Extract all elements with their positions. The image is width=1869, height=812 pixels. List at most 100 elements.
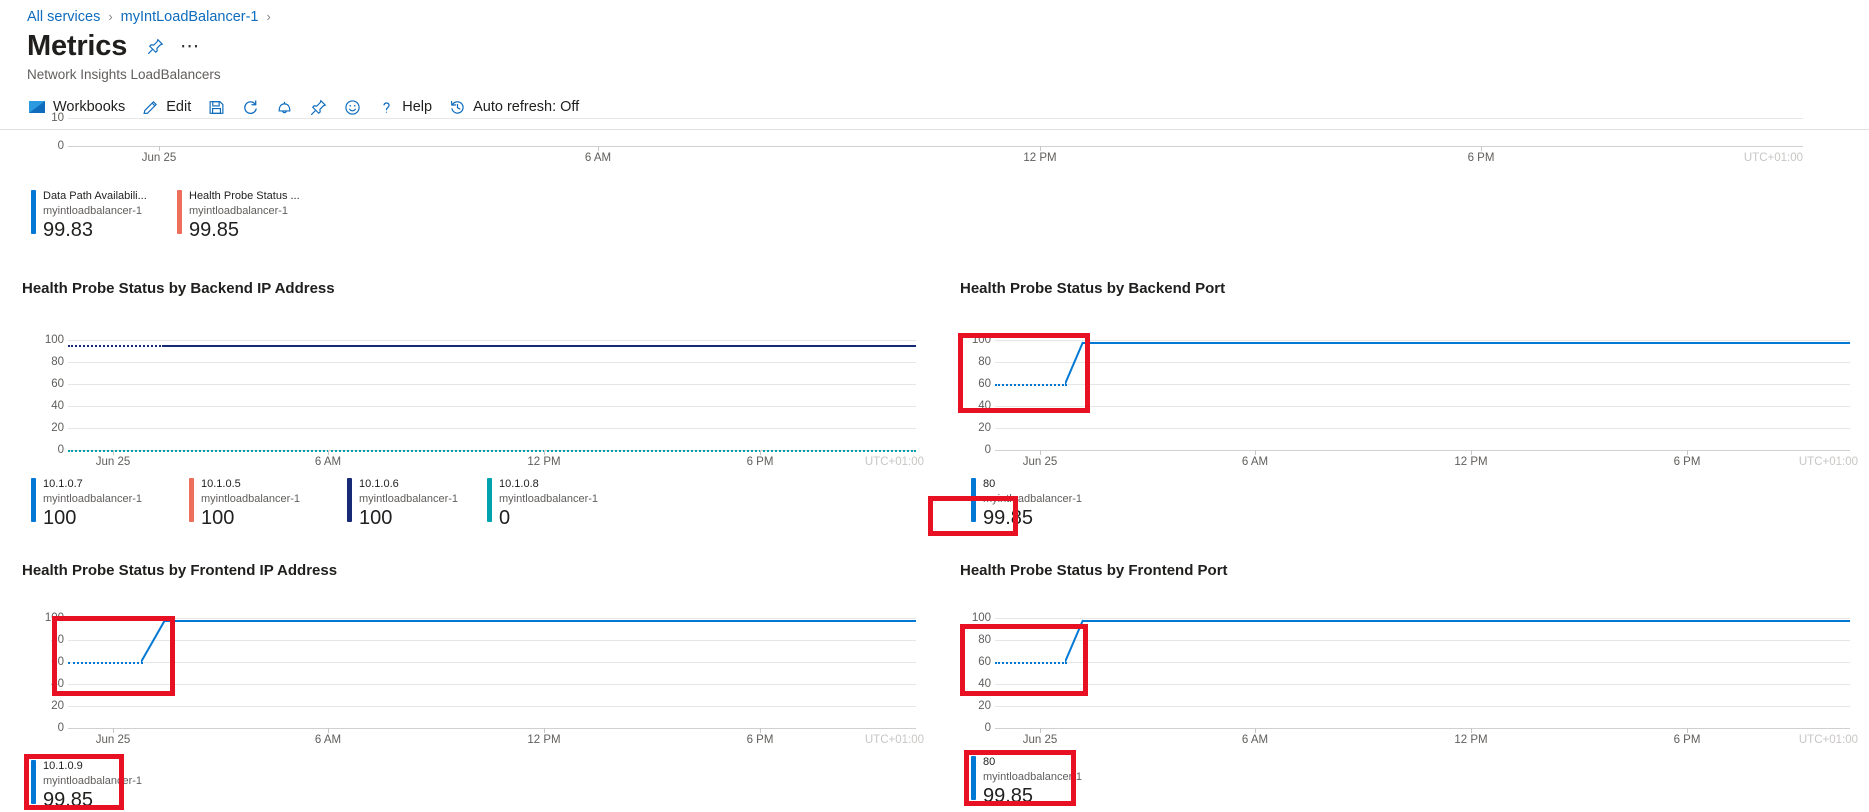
legend-item[interactable]: 80 myintloadbalancer-1 99.85 [971, 756, 1082, 808]
x-axis [995, 728, 1850, 729]
legend-series-value: 100 [359, 507, 393, 530]
y-tick-label: 0 [57, 444, 64, 456]
chart-title-frontend-port: Health Probe Status by Frontend Port [960, 562, 1228, 579]
legend-series-name: 10.1.0.7 [43, 478, 83, 490]
y-tick-label: 100 [971, 334, 991, 346]
x-tick-mark [159, 146, 160, 151]
y-tick-label: 60 [51, 378, 64, 390]
timezone-label: UTC+01:00 [1743, 152, 1803, 164]
x-tick-label: 12 PM [1454, 734, 1488, 746]
y-tick-label: 100 [971, 612, 991, 624]
x-tick-label: Jun 25 [1022, 456, 1058, 468]
x-tick-mark [1255, 450, 1256, 455]
y-tick-label: 100 [44, 612, 64, 624]
gridline [995, 618, 1850, 619]
toolbar-edit-button[interactable]: Edit [138, 96, 195, 119]
page-title: Metrics [27, 30, 128, 62]
x-tick-mark [1687, 728, 1688, 733]
plot-area-backend-ip: 100 80 60 40 20 0 Jun 25 6 AM 12 PM 6 PM… [45, 334, 924, 468]
toolbar: Workbooks Edit Help Auto refresh: Off [0, 82, 1869, 120]
x-tick-label: Jun 25 [1022, 734, 1058, 746]
chart-panel-summary: 10 0 Jun 25 6 AM 12 PM 6 PM UTC+01:00 Da… [0, 112, 1869, 241]
x-tick-label: 6 AM [1241, 734, 1269, 746]
x-tick-label: Jun 25 [95, 734, 131, 746]
legend-item[interactable]: 10.1.0.8 myintloadbalancer-1 0 [487, 478, 598, 530]
chart-panel-frontend-ip: Health Probe Status by Frontend IP Addre… [0, 562, 930, 811]
breadcrumb-item-all-services[interactable]: All services [27, 9, 100, 25]
refresh-icon [242, 99, 259, 116]
legend-series-value: 99.85 [43, 789, 94, 812]
question-icon [378, 99, 395, 116]
breadcrumb-item-resource[interactable]: myIntLoadBalancer-1 [121, 9, 259, 25]
legend-series-name: 10.1.0.9 [43, 760, 83, 772]
legend-swatch [31, 760, 36, 804]
toolbar-pin-button[interactable] [306, 96, 331, 119]
legend-swatch [971, 756, 976, 800]
x-tick-label: 6 PM [1673, 734, 1701, 746]
y-tick-label: 60 [51, 656, 64, 668]
x-tick-mark [1040, 146, 1041, 151]
toolbar-refresh-button[interactable] [238, 96, 263, 119]
toolbar-auto-refresh-label: Auto refresh: Off [473, 99, 580, 115]
chart-title-frontend-ip: Health Probe Status by Frontend IP Addre… [22, 562, 338, 579]
legend-item[interactable]: 80 myintloadbalancer-1 99.85 [971, 478, 1082, 530]
x-tick-mark [544, 728, 545, 733]
legend-series-value: 100 [201, 507, 235, 530]
y-tick-label: 10 [51, 112, 64, 124]
legend-series-value: 99.85 [189, 219, 240, 242]
gridline [995, 684, 1850, 685]
legend-item[interactable]: Health Probe Status ... myintloadbalance… [177, 190, 300, 242]
series-line-navy [164, 345, 916, 347]
pin-icon[interactable] [147, 38, 164, 55]
toolbar-alerts-button[interactable] [272, 96, 297, 119]
gridline [68, 340, 916, 341]
x-tick-label: Jun 25 [95, 456, 131, 468]
bell-icon [276, 99, 293, 116]
toolbar-feedback-button[interactable] [340, 96, 365, 119]
gridline [995, 384, 1850, 385]
plot-area-summary: 10 0 Jun 25 6 AM 12 PM 6 PM UTC+01:00 [51, 112, 1803, 164]
toolbar-save-button[interactable] [204, 96, 229, 119]
legend-frontend-port: 80 myintloadbalancer-1 99.85 [971, 756, 1110, 808]
legend-item[interactable]: 10.1.0.5 myintloadbalancer-1 100 [189, 478, 319, 530]
x-tick-label: 12 PM [527, 734, 561, 746]
gridline [995, 428, 1850, 429]
chevron-right-icon: › [108, 9, 113, 24]
x-tick-mark [1040, 728, 1041, 733]
y-tick-label: 20 [51, 700, 64, 712]
x-tick-label: 6 AM [584, 152, 612, 164]
x-tick-mark [328, 728, 329, 733]
x-tick-label: 12 PM [527, 456, 561, 468]
y-tick-label: 40 [978, 678, 991, 690]
legend-series-resource: myintloadbalancer-1 [359, 492, 459, 505]
toolbar-workbooks-button[interactable]: Workbooks [24, 95, 129, 119]
toolbar-auto-refresh-button[interactable]: Auto refresh: Off [445, 96, 583, 119]
more-options-button[interactable]: ⋯ [180, 37, 200, 55]
legend-item[interactable]: 10.1.0.9 myintloadbalancer-1 99.85 [31, 760, 142, 812]
x-tick-mark [1040, 450, 1041, 455]
legend-series-resource: myintloadbalancer-1 [189, 204, 289, 217]
y-tick-label: 20 [51, 422, 64, 434]
legend-item[interactable]: 10.1.0.7 myintloadbalancer-1 100 [31, 478, 161, 530]
toolbar-help-button[interactable]: Help [374, 96, 436, 119]
chart-title-backend-port: Health Probe Status by Backend Port [960, 280, 1226, 297]
gridline [68, 706, 916, 707]
timezone-label: UTC+01:00 [864, 734, 924, 746]
x-tick-label: 6 PM [746, 456, 774, 468]
series-line-navy [68, 345, 164, 347]
legend-item[interactable]: 10.1.0.6 myintloadbalancer-1 100 [347, 478, 459, 530]
x-tick-mark [598, 146, 599, 151]
legend-series-resource: myintloadbalancer-1 [43, 492, 143, 505]
y-tick-label: 80 [51, 634, 64, 646]
x-axis [995, 450, 1850, 451]
y-tick-label: 60 [978, 378, 991, 390]
chart-panel-backend-ip: Health Probe Status by Backend IP Addres… [0, 280, 930, 529]
save-icon [208, 99, 225, 116]
x-tick-mark [1481, 146, 1482, 151]
page-header: Metrics ⋯ [0, 26, 1869, 62]
gridline [68, 406, 916, 407]
x-tick-label: Jun 25 [141, 152, 177, 164]
legend-series-name: 80 [983, 478, 996, 490]
legend-item[interactable]: Data Path Availabili... myintloadbalance… [31, 190, 149, 242]
legend-series-name: Health Probe Status ... [189, 190, 300, 202]
